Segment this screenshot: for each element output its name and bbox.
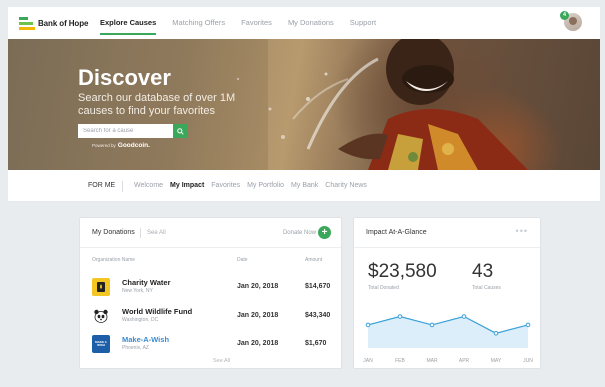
divider bbox=[140, 228, 141, 238]
see-all-link[interactable]: See All bbox=[147, 218, 166, 248]
hero-subtitle: Search our database of over 1M causes to… bbox=[78, 92, 236, 117]
total-donated-label: Total Donated bbox=[368, 285, 399, 291]
search-button[interactable] bbox=[173, 124, 187, 138]
chart-point[interactable] bbox=[461, 314, 467, 319]
donation-row[interactable]: World Wildlife Fund Washington, DC Jan 2… bbox=[80, 303, 343, 329]
donation-row[interactable]: Charity Water New York, NY Jan 20, 2018 … bbox=[80, 274, 343, 300]
subtab-charity-news[interactable]: Charity News bbox=[325, 170, 367, 202]
x-tick-label: APR bbox=[459, 358, 470, 364]
donation-amount: $14,670 bbox=[305, 283, 331, 290]
column-header-org: Organization Name bbox=[92, 257, 136, 263]
make-a-wish-logo-text: MAKE A WISH bbox=[95, 339, 107, 347]
chart-point[interactable] bbox=[493, 331, 499, 336]
card-header: My Donations See All Donate Now + bbox=[80, 218, 341, 248]
chart-point[interactable] bbox=[365, 322, 371, 328]
bank-logo[interactable]: Bank of Hope bbox=[19, 16, 88, 30]
donation-row[interactable]: MAKE A WISH Make-A-Wish Phoenix, AZ Jan … bbox=[80, 331, 343, 357]
card-title: Impact At-A-Glance bbox=[366, 229, 427, 236]
sub-nav-tabs: Welcome My Impact Favorites My Portfolio… bbox=[134, 170, 367, 202]
my-donations-card: My Donations See All Donate Now + Organi… bbox=[79, 217, 342, 369]
donate-plus-button[interactable]: + bbox=[318, 226, 331, 239]
total-causes-value: 43 bbox=[472, 261, 494, 282]
subtab-favorites[interactable]: Favorites bbox=[211, 170, 240, 202]
subtab-my-portfolio[interactable]: My Portfolio bbox=[247, 170, 284, 202]
nav-tab-explore-causes[interactable]: Explore Causes bbox=[100, 7, 157, 39]
nav-tab-matching-offers[interactable]: Matching Offers bbox=[172, 7, 225, 39]
hero-banner: Discover Search our database of over 1M … bbox=[8, 39, 600, 170]
hero-title: Discover bbox=[78, 65, 171, 90]
org-name: Charity Water bbox=[122, 278, 171, 287]
x-tick-label: JAN bbox=[363, 358, 373, 364]
charity-water-logo-icon bbox=[92, 278, 110, 296]
nav-tab-my-donations[interactable]: My Donations bbox=[288, 7, 334, 39]
org-name[interactable]: Make-A-Wish bbox=[122, 335, 169, 344]
subtab-welcome[interactable]: Welcome bbox=[134, 170, 163, 202]
main-nav-tabs: Explore Causes Matching Offers Favorites… bbox=[100, 7, 376, 39]
donation-date: Jan 20, 2018 bbox=[237, 312, 279, 319]
card-header: Impact At-A-Glance ••• bbox=[354, 218, 540, 248]
org-location: New York, NY bbox=[122, 288, 153, 294]
column-header-date: Date bbox=[237, 257, 248, 263]
cause-search bbox=[78, 124, 187, 138]
total-causes-label: Total Causes bbox=[472, 285, 501, 291]
goodcoin-brand: Goodcoin. bbox=[117, 142, 150, 149]
chart-point[interactable] bbox=[429, 322, 435, 328]
x-tick-label: MAR bbox=[426, 358, 438, 364]
cause-search-input[interactable] bbox=[78, 124, 173, 138]
panda-logo-icon bbox=[92, 307, 110, 325]
column-header-amount: Amount bbox=[305, 257, 323, 263]
section-label: FOR ME bbox=[88, 182, 116, 189]
nav-tab-favorites[interactable]: Favorites bbox=[241, 7, 272, 39]
search-icon bbox=[176, 127, 184, 135]
chart-point[interactable] bbox=[397, 314, 403, 319]
org-location: Washington, DC bbox=[122, 317, 159, 323]
impact-chart: JAN FEB MAR APR MAY JUN bbox=[363, 314, 533, 364]
chart-point[interactable] bbox=[525, 322, 531, 328]
bank-logo-icon bbox=[19, 16, 35, 30]
nav-tab-support[interactable]: Support bbox=[350, 7, 376, 39]
impact-card: Impact At-A-Glance ••• $23,580 Total Don… bbox=[353, 217, 541, 369]
make-a-wish-logo-icon: MAKE A WISH bbox=[92, 335, 110, 353]
donation-amount: $1,670 bbox=[305, 340, 327, 347]
card-title: My Donations bbox=[92, 229, 135, 236]
org-location: Phoenix, AZ bbox=[122, 345, 149, 351]
powered-by: Powered by Goodcoin. bbox=[92, 142, 150, 149]
see-all-bottom-link[interactable]: See All bbox=[213, 358, 230, 364]
org-name: World Wildlife Fund bbox=[122, 307, 193, 316]
divider bbox=[122, 181, 123, 192]
x-tick-label: FEB bbox=[395, 358, 405, 364]
sub-navigation: FOR ME Welcome My Impact Favorites My Po… bbox=[8, 170, 600, 202]
donate-now-link[interactable]: Donate Now bbox=[283, 218, 316, 248]
more-options-icon[interactable]: ••• bbox=[516, 226, 528, 236]
donation-amount: $43,340 bbox=[305, 312, 331, 319]
x-tick-label: JUN bbox=[523, 358, 533, 364]
donation-date: Jan 20, 2018 bbox=[237, 283, 279, 290]
total-donated-value: $23,580 bbox=[368, 261, 437, 282]
subtab-my-bank[interactable]: My Bank bbox=[291, 170, 318, 202]
notification-badge[interactable]: 4 bbox=[560, 11, 569, 20]
brand-name: Bank of Hope bbox=[38, 18, 89, 28]
x-tick-label: MAY bbox=[491, 358, 502, 364]
top-navigation: Bank of Hope Explore Causes Matching Off… bbox=[8, 7, 600, 39]
donation-date: Jan 20, 2018 bbox=[237, 340, 279, 347]
subtab-my-impact[interactable]: My Impact bbox=[170, 170, 204, 202]
powered-by-prefix: Powered by bbox=[92, 143, 116, 148]
